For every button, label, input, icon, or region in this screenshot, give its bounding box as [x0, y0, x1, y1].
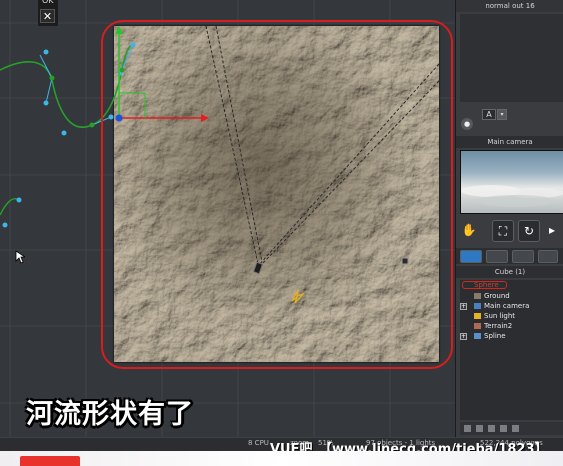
expand-icon[interactable]: ▸ — [544, 220, 560, 242]
expand-plus-icon[interactable]: + — [460, 303, 467, 310]
right-panel: normal out 16 ● A ▾ Main camera ✋ ⛶ ↻ ▸ … — [455, 0, 563, 437]
camera-preview[interactable] — [460, 150, 563, 214]
properties-area — [460, 14, 563, 102]
status-cpu: 8 CPU — [248, 439, 269, 447]
pan-hand-icon[interactable]: ✋ — [458, 220, 480, 242]
tree-item-sphere[interactable]: Sphere — [474, 281, 499, 289]
tab-materials[interactable] — [486, 250, 508, 263]
sphere-toggle-icon[interactable]: ● — [461, 118, 473, 130]
spline-icon — [474, 333, 481, 339]
light-object-icon[interactable] — [400, 254, 410, 266]
duplicate-icon[interactable] — [488, 425, 495, 432]
terrain-icon — [474, 323, 481, 329]
expand-plus-icon[interactable]: + — [460, 333, 467, 340]
mouse-cursor-icon — [15, 250, 25, 264]
cloud-preview-image — [461, 185, 563, 207]
tree-item-spline[interactable]: Spline — [474, 332, 506, 340]
camera-icon[interactable] — [253, 261, 265, 277]
sun-icon — [474, 313, 481, 319]
camera-name-label: Main camera — [456, 136, 563, 148]
tree-item-sun-light[interactable]: Sun light — [474, 312, 515, 320]
tab-links[interactable] — [538, 250, 558, 263]
bottom-red-tab — [20, 456, 80, 466]
tab-objects[interactable] — [460, 250, 482, 263]
subtitle-caption: 河流形状有了 — [26, 399, 194, 430]
render-mode-select[interactable]: A — [482, 109, 496, 120]
app-window: OK ✕ 河流形状有了 normal out 16 ● A ▾ Main cam… — [0, 0, 563, 466]
selected-object-label: Cube (1) — [456, 266, 563, 278]
tab-layers[interactable] — [512, 250, 534, 263]
tree-item-label: Terrain2 — [484, 322, 513, 330]
delete-icon[interactable] — [476, 425, 483, 432]
world-browser — [460, 280, 563, 420]
tree-item-label: Sun light — [484, 312, 516, 320]
bottom-strip — [0, 451, 563, 466]
new-icon[interactable] — [464, 425, 471, 432]
frame-all-icon[interactable]: ⛶ — [492, 220, 514, 242]
spline-gizmo — [0, 26, 209, 228]
browser-toolbar — [460, 422, 563, 435]
top-viewport[interactable]: OK ✕ 河流形状有了 — [0, 0, 455, 448]
tree-item-main-camera[interactable]: Main camera — [474, 302, 529, 310]
chevron-down-icon[interactable]: ▾ — [497, 109, 507, 120]
camera-icon — [474, 303, 481, 309]
ungroup-icon[interactable] — [512, 425, 519, 432]
orbit-icon[interactable]: ↻ — [518, 220, 540, 242]
panel-title: normal out 16 — [456, 0, 563, 12]
tree-item-ground[interactable]: Ground — [474, 292, 510, 300]
tree-item-terrain2[interactable]: Terrain2 — [474, 322, 512, 330]
group-icon[interactable] — [500, 425, 507, 432]
ground-icon — [474, 293, 481, 299]
tree-item-label: Spline — [484, 332, 506, 340]
tree-item-label: Main camera — [484, 302, 530, 310]
tree-item-label: Ground — [484, 292, 510, 300]
sun-light-icon[interactable] — [289, 285, 307, 305]
